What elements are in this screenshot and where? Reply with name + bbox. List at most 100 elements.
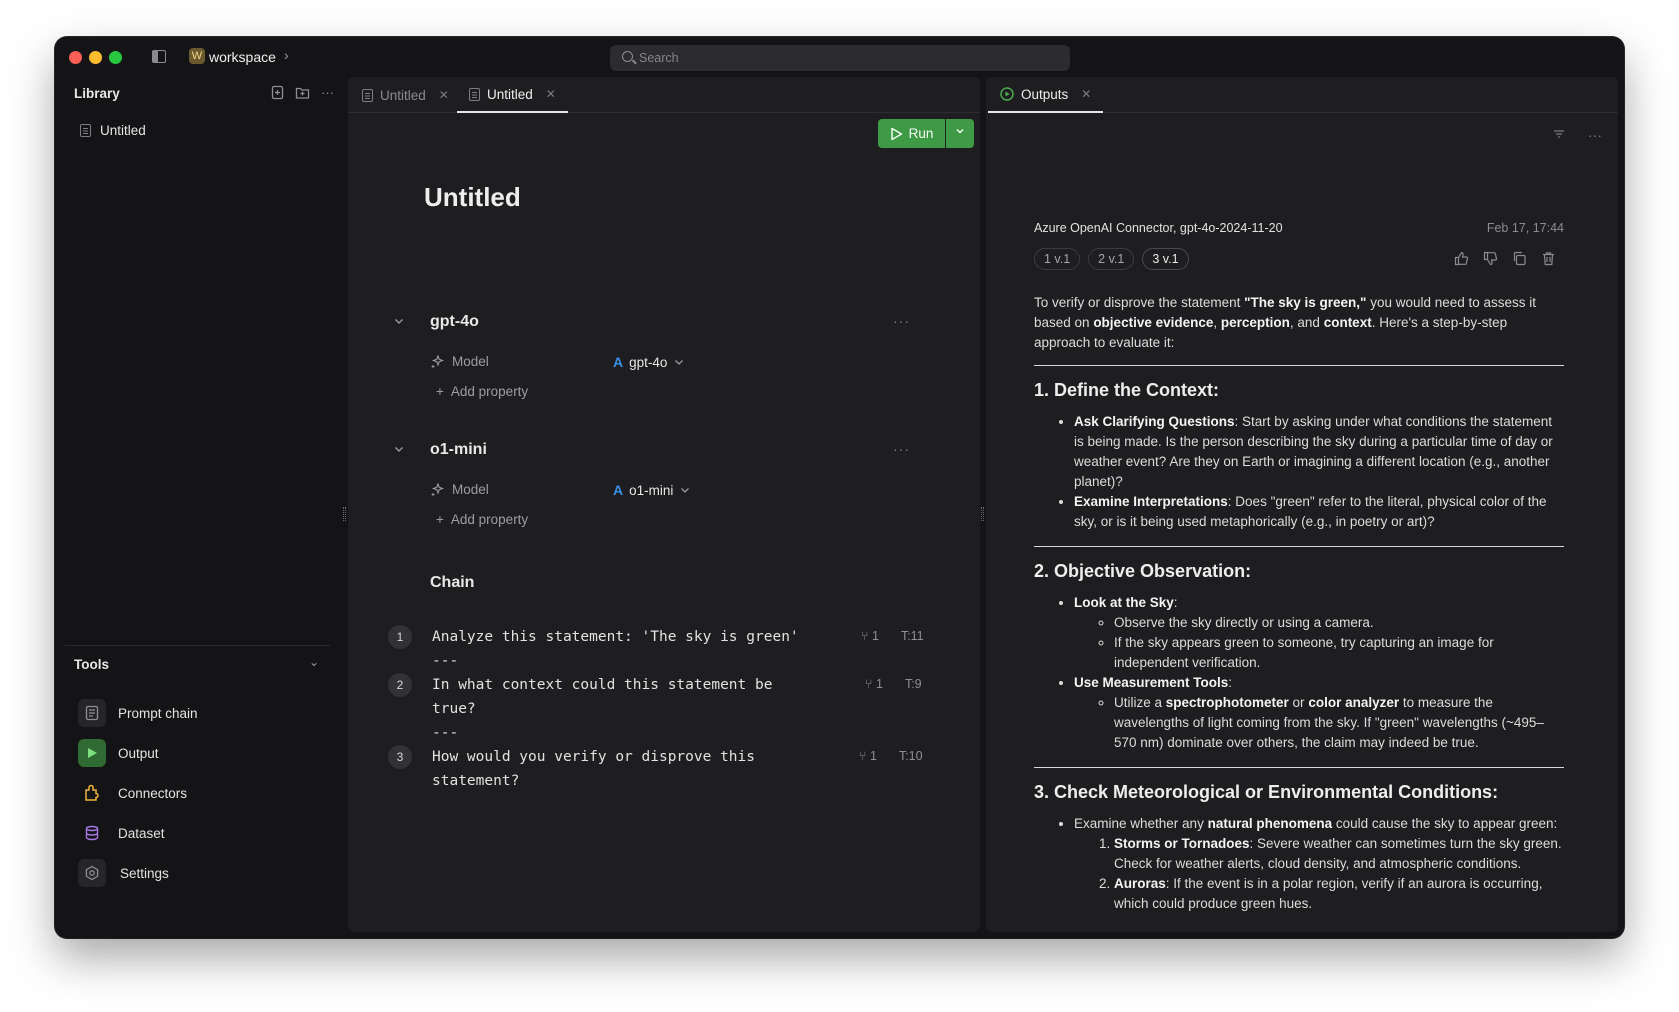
property-label: Model [430,354,489,369]
run-label: Run [908,126,934,141]
model-select[interactable]: A o1-mini [613,482,691,498]
step-number: 1 [388,625,412,649]
tool-dataset[interactable]: Dataset [78,819,165,847]
document-icon [469,87,480,101]
app-window: W workspace › Search Library ··· Untitle… [55,37,1624,938]
run-button[interactable]: Run [878,119,945,148]
zoom-window-button[interactable] [109,51,122,64]
chevron-right-icon[interactable]: › [284,47,289,63]
output-timestamp: Feb 17, 17:44 [1486,221,1564,235]
tool-output[interactable]: Output [78,739,159,767]
version-pill[interactable]: 2 v.1 [1088,248,1135,270]
tool-prompt-chain[interactable]: Prompt chain [78,699,198,727]
step-number: 3 [388,745,412,769]
add-property-button[interactable]: + Add property [436,512,528,527]
tool-label: Output [118,745,159,761]
filter-icon[interactable] [1552,127,1566,144]
section-title[interactable]: o1-mini [430,441,487,459]
more-icon[interactable]: ··· [893,441,910,457]
model-value: gpt-4o [629,354,668,370]
property-label-text: Model [452,482,489,497]
tools-title: Tools [74,657,109,672]
output-content: To verify or disprove the statement "The… [1034,293,1564,929]
editor-panel: Untitled ✕ Untitled ✕ Run Untitled gpt-4… [348,77,980,932]
section-title[interactable]: gpt-4o [430,313,479,331]
close-icon[interactable]: ✕ [546,87,556,101]
copy-icon[interactable] [1512,251,1527,269]
plus-icon: + [436,384,444,399]
list-item: Storms or Tornadoes: Severe weather can … [1114,834,1564,874]
chain-step-text[interactable]: Analyze this statement: 'The sky is gree… [432,625,822,673]
divider [1034,767,1564,768]
list-item: If the sky appears green to someone, try… [1114,633,1564,673]
more-icon[interactable]: ··· [893,313,910,329]
divider [1034,365,1564,366]
model-select[interactable]: A gpt-4o [613,354,685,370]
version-pill[interactable]: 3 v.1 [1142,248,1189,270]
outputs-toolbar: ··· [1552,127,1602,144]
chevron-down-icon [675,360,684,365]
step-branches[interactable]: ⑂ 1 [865,677,883,691]
tab-label: Untitled [487,86,533,102]
add-property-label: Add property [450,384,529,399]
chevron-down-icon[interactable] [393,315,405,330]
step-branches[interactable]: ⑂ 1 [861,629,879,643]
play-circle-icon [1000,87,1014,101]
tool-settings[interactable]: Settings [78,859,169,887]
trash-icon[interactable] [1541,251,1556,269]
azure-icon: A [613,482,624,498]
branch-icon: ⑂ [861,629,872,643]
sidebar-toggle-icon[interactable] [152,50,166,63]
document-icon [80,124,91,137]
minimize-window-button[interactable] [89,51,102,64]
prompt-chain-icon [78,699,106,727]
outputs-tabs: Outputs ✕ [986,77,1618,113]
tab-label: Untitled [380,87,426,103]
tool-label: Dataset [118,825,165,841]
output-list: Examine whether any natural phenomena co… [1074,814,1564,914]
close-icon[interactable]: ✕ [1081,87,1091,101]
chevron-down-icon [956,128,964,134]
step-tokens: T:10 [898,749,923,763]
tab-untitled-1[interactable]: Untitled ✕ [350,77,461,113]
chevron-down-icon[interactable]: ⌄ [309,655,319,669]
document-icon [362,88,373,102]
sparkles-icon [431,354,444,368]
step-branches[interactable]: ⑂ 1 [859,749,877,763]
resize-handle[interactable] [981,507,984,521]
chevron-down-icon[interactable] [393,443,405,458]
tab-label: Outputs [1021,86,1069,102]
play-icon [890,127,902,140]
version-pill[interactable]: 1 v.1 [1034,248,1081,270]
chain-step-text[interactable]: How would you verify or disprove this st… [432,745,822,793]
chevron-down-icon [681,488,690,493]
output-heading: 1. Define the Context: [1034,380,1220,400]
search-input[interactable]: Search [610,45,1070,71]
property-label-text: Model [452,354,489,369]
more-icon[interactable]: ··· [320,85,335,100]
tab-untitled-2[interactable]: Untitled ✕ [457,77,568,113]
output-actions [1454,251,1556,269]
new-folder-icon[interactable] [295,85,310,100]
add-property-button[interactable]: + Add property [436,384,528,399]
document-title[interactable]: Untitled [424,182,521,213]
resize-handle[interactable] [343,507,346,521]
thumbs-up-icon[interactable] [1454,251,1469,269]
library-item[interactable]: Untitled [80,123,146,138]
chain-step-text[interactable]: In what context could this statement be … [432,673,822,745]
close-window-button[interactable] [69,51,82,64]
tool-connectors[interactable]: Connectors [78,779,187,807]
property-label: Model [430,482,489,497]
settings-icon [78,859,106,887]
tool-label: Settings [120,865,169,881]
close-icon[interactable]: ✕ [439,88,449,102]
list-item: Look at the Sky: Observe the sky directl… [1074,593,1564,673]
tab-outputs[interactable]: Outputs ✕ [988,77,1104,113]
workspace-name[interactable]: workspace [209,49,276,65]
branch-icon: ⑂ [865,677,876,691]
thumbs-down-icon[interactable] [1483,251,1498,269]
new-file-icon[interactable] [270,85,285,100]
more-icon[interactable]: ··· [1588,127,1602,144]
run-dropdown-button[interactable] [946,119,974,148]
divider [1034,546,1564,547]
